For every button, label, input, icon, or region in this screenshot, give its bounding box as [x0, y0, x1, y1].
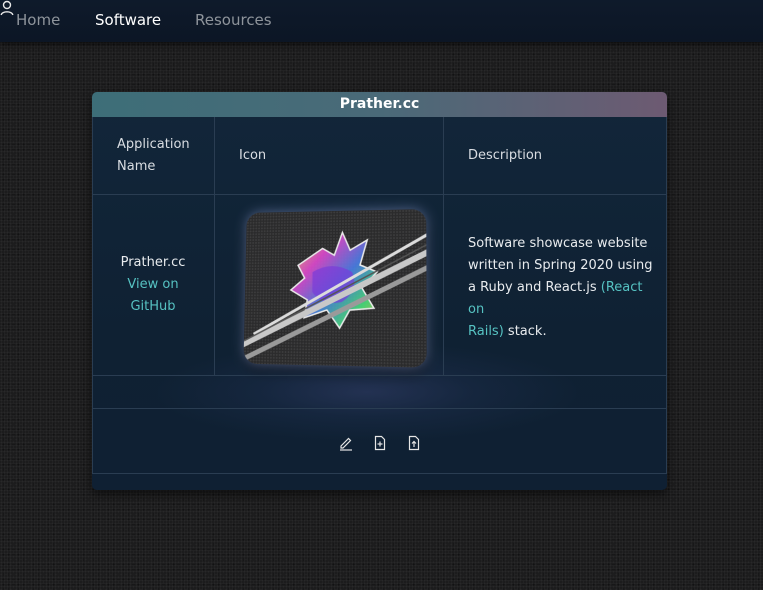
nav-resources[interactable]: Resources: [195, 11, 272, 29]
column-header-description: Description: [468, 145, 542, 167]
pencil-icon[interactable]: [338, 435, 354, 451]
column-divider: [214, 117, 215, 375]
file-plus-icon[interactable]: [372, 435, 388, 451]
description-line: a Ruby and React.js (React on: [468, 277, 653, 321]
column-header-application-name: Application Name: [117, 134, 190, 178]
description-text: a Ruby and React.js: [468, 280, 601, 295]
header-text: Name: [117, 156, 190, 178]
table-border-right: [666, 117, 667, 473]
github-link-text[interactable]: GitHub: [92, 296, 214, 318]
row-divider: [92, 408, 667, 409]
nav-software[interactable]: Software: [95, 11, 161, 29]
software-card: Prather.cc Application Name Icon Descrip…: [92, 92, 667, 490]
column-header-icon: Icon: [239, 145, 266, 167]
row-divider: [92, 375, 667, 376]
description-text: stack.: [504, 324, 547, 339]
top-navbar: Home Software Resources: [0, 0, 763, 42]
app-icon-image: [243, 209, 426, 368]
github-link[interactable]: View on GitHub: [92, 274, 214, 318]
footer-divider: [92, 473, 667, 474]
description-cell: Software showcase website written in Spr…: [468, 233, 653, 343]
description-line: Rails) stack.: [468, 321, 653, 343]
column-divider: [443, 117, 444, 375]
app-name: Prather.cc: [92, 252, 214, 274]
description-line: Software showcase website: [468, 233, 653, 255]
header-row-divider: [92, 194, 667, 195]
nav-home[interactable]: Home: [16, 11, 60, 29]
app-name-cell: Prather.cc View on GitHub: [92, 252, 214, 318]
description-line: written in Spring 2020 using: [468, 255, 653, 277]
user-icon[interactable]: [0, 1, 14, 20]
file-export-icon[interactable]: [406, 435, 422, 451]
github-link-text[interactable]: View on: [92, 274, 214, 296]
react-on-rails-link[interactable]: Rails): [468, 324, 504, 339]
header-text: Application: [117, 134, 190, 156]
card-title: Prather.cc: [92, 92, 667, 117]
